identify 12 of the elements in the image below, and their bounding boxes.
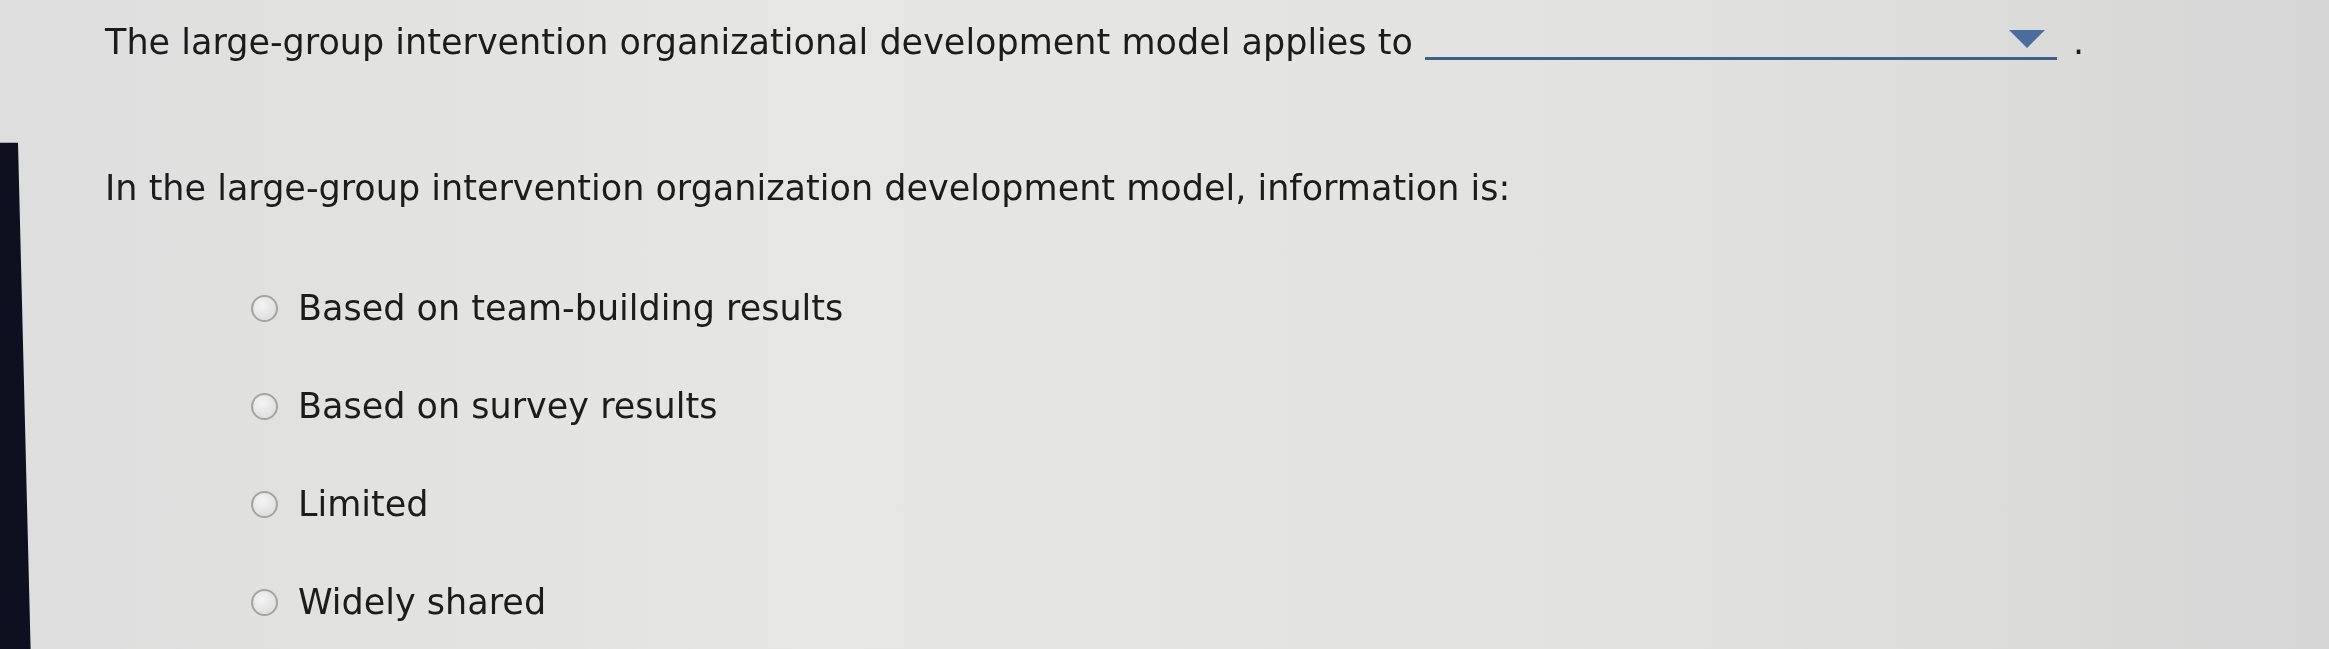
option-label: Based on team-building results xyxy=(298,287,844,330)
dropdown-arrow-icon xyxy=(2008,29,2045,48)
radio-button[interactable] xyxy=(251,294,278,322)
radio-button[interactable] xyxy=(251,392,278,420)
radio-button[interactable] xyxy=(251,490,278,518)
question-text: The large-group intervention organizational development model applies to xyxy=(105,21,1413,64)
sentence-period: . xyxy=(2072,21,2084,64)
option-label: Based on survey results xyxy=(298,385,718,428)
radio-button[interactable] xyxy=(251,588,278,616)
question-text: In the large-group intervention organization development model, information is: xyxy=(105,167,1512,210)
option-label: Widely shared xyxy=(298,581,547,624)
option-label: Limited xyxy=(298,483,429,526)
